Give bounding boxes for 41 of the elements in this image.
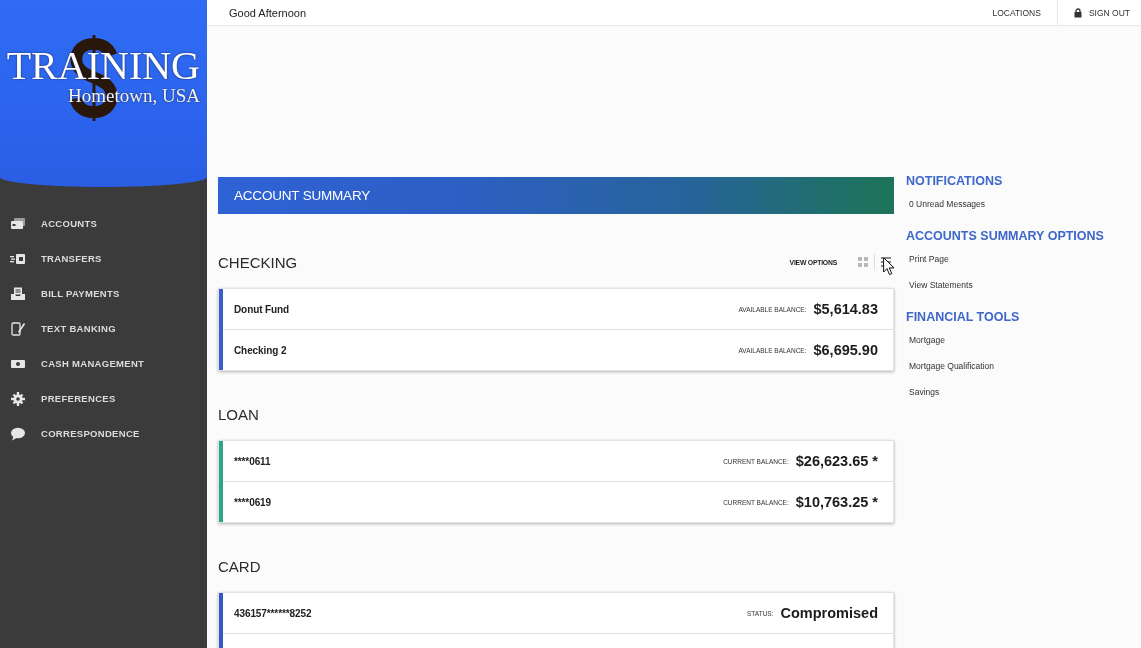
account-name[interactable]: 436157******8252 <box>234 607 312 619</box>
panel-heading: ACCOUNTS SUMMARY OPTIONS <box>906 228 1104 245</box>
panel-link[interactable]: Print Page <box>906 246 949 272</box>
header-link[interactable]: SIGN OUT <box>1056 0 1141 25</box>
settings-icon <box>10 391 26 406</box>
wallet-icon <box>10 216 26 231</box>
panel-heading: FINANCIAL TOOLS <box>906 309 1020 326</box>
sidebar-item[interactable]: TEXT BANKING <box>0 311 207 346</box>
lock-icon <box>1073 7 1082 18</box>
account-name[interactable]: Checking 2 <box>234 344 287 356</box>
account-name[interactable]: ****0611 <box>234 455 271 467</box>
sidebar-item[interactable]: CASH MANAGEMENT <box>0 346 207 381</box>
row-value: $5,614.83 <box>813 301 878 317</box>
panel-link[interactable]: 0 Unread Messages <box>906 191 986 217</box>
mouse-pointer-icon <box>883 257 895 276</box>
section-heading: CARD <box>218 557 261 575</box>
account-name[interactable]: ****0619 <box>234 496 271 508</box>
transfer-icon <box>10 251 26 266</box>
panel-link[interactable]: View Statements <box>906 272 973 298</box>
phone-icon <box>10 321 26 336</box>
panel-link[interactable]: Savings <box>906 379 940 405</box>
sidebar-item[interactable]: ACCOUNTS <box>0 206 207 241</box>
panel-link[interactable]: Mortgage <box>906 327 945 353</box>
chat-bubble-icon <box>10 426 26 441</box>
panel-heading: NOTIFICATIONS <box>906 173 1003 190</box>
header-link[interactable]: LOCATIONS <box>976 0 1057 25</box>
section-heading: LOAN <box>218 405 259 423</box>
row-value: $6,695.90 <box>813 342 878 358</box>
sidebar-item[interactable]: BILL PAYMENTS <box>0 276 207 311</box>
row-value: Compromised <box>780 605 878 621</box>
row-value: $26,623.65 * <box>795 453 878 469</box>
tray-icon <box>10 286 26 301</box>
greeting-text: Good Afternoon <box>228 6 307 19</box>
row-value: $10,763.25 * <box>795 494 878 510</box>
page-banner: ACCOUNT SUMMARY <box>218 177 894 214</box>
sidebar-item[interactable]: PREFERENCES <box>0 381 207 416</box>
panel-link[interactable]: Mortgage Qualification <box>906 353 995 379</box>
section-heading: CHECKING <box>218 253 298 271</box>
sidebar-item[interactable]: TRANSFERS <box>0 241 207 276</box>
sidebar-item[interactable]: CORRESPONDENCE <box>0 416 207 451</box>
account-name[interactable]: Donut Fund <box>234 303 290 315</box>
